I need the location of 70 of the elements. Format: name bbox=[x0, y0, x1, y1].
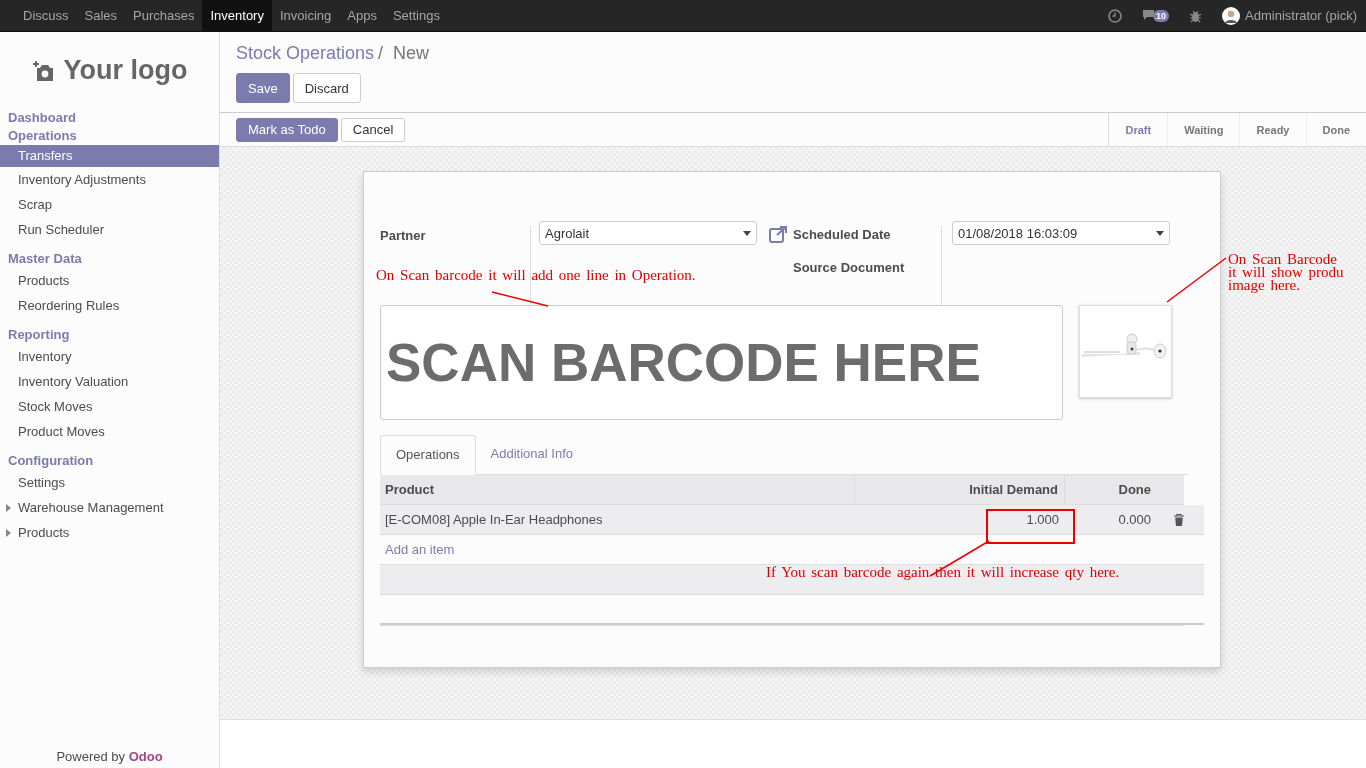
discard-button[interactable]: Discard bbox=[292, 73, 361, 103]
status-step[interactable]: Draft bbox=[1109, 113, 1169, 146]
trash-icon[interactable] bbox=[1174, 513, 1184, 526]
add-item-link[interactable]: Add an item bbox=[385, 542, 455, 557]
column-header[interactable]: Done bbox=[1065, 482, 1157, 497]
status-step[interactable]: Ready bbox=[1240, 113, 1307, 146]
sidebar-heading[interactable]: Operations bbox=[0, 127, 219, 145]
status-step[interactable]: Done bbox=[1306, 113, 1366, 146]
breadcrumb-link[interactable]: Stock Operations bbox=[236, 43, 375, 63]
sidebar-item[interactable]: Products bbox=[0, 268, 219, 293]
clock-icon[interactable] bbox=[1108, 8, 1122, 23]
column-header[interactable]: Product bbox=[380, 475, 855, 504]
bug-icon[interactable] bbox=[1189, 8, 1203, 23]
annotation-text: On Scan barcode it will add one line in Operation. bbox=[376, 267, 696, 283]
sidebar-item[interactable]: Inventory Valuation bbox=[0, 369, 219, 394]
barcode-input[interactable]: SCAN BARCODE HERE bbox=[380, 305, 1063, 420]
logo-text: Your logo bbox=[63, 55, 188, 86]
caret-icon bbox=[743, 230, 751, 236]
user-name[interactable]: Administrator (pick) bbox=[1245, 8, 1357, 23]
field-label: Partner bbox=[380, 228, 426, 243]
external-link-icon[interactable] bbox=[769, 225, 789, 243]
sidebar-heading[interactable]: Master Data bbox=[0, 250, 219, 268]
mark-as-todo-button[interactable]: Mark as Todo bbox=[236, 117, 338, 142]
breadcrumb-separator: / bbox=[378, 43, 384, 63]
field-label: Scheduled Date bbox=[793, 228, 892, 242]
table-cell-text: 1.000 bbox=[1025, 512, 1060, 527]
sidebar-heading[interactable]: Configuration bbox=[0, 452, 219, 470]
app-menu-item[interactable]: Invoicing bbox=[271, 0, 340, 31]
table-cell-text: [E-COM08] Apple In-Ear Headphones bbox=[384, 512, 604, 527]
date-select[interactable]: 01/08/2018 16:03:09 bbox=[952, 221, 1170, 245]
field-label: Source Document bbox=[793, 261, 906, 275]
tab[interactable]: Additional Info bbox=[475, 435, 588, 474]
cancel-button[interactable]: Cancel bbox=[340, 117, 406, 142]
app-menu-item[interactable]: Apps bbox=[339, 0, 385, 31]
sidebar-heading[interactable]: Dashboard bbox=[0, 109, 219, 127]
sidebar-item[interactable]: Stock Moves bbox=[0, 394, 219, 419]
table-cell-text: 0.000 bbox=[1117, 512, 1152, 527]
app-menu-item[interactable]: Discuss bbox=[15, 0, 77, 31]
sidebar-item[interactable]: Run Scheduler bbox=[0, 217, 219, 242]
annotation-text: On Scan Barcode it will show produ image here. bbox=[1228, 253, 1344, 292]
annotation-text: If You scan barcode again then it will increase qty here. bbox=[766, 564, 1120, 580]
leader-line bbox=[491, 291, 549, 307]
avatar-icon[interactable] bbox=[1222, 6, 1241, 25]
sidebar-item[interactable]: Settings bbox=[0, 470, 219, 495]
sidebar-item[interactable]: Scrap bbox=[0, 192, 219, 217]
app-menu-item[interactable]: Inventory bbox=[202, 0, 272, 31]
sidebar-item[interactable]: Product Moves bbox=[0, 419, 219, 444]
caret-icon bbox=[6, 504, 11, 512]
camera-icon bbox=[31, 59, 56, 82]
column-header[interactable]: Initial Demand bbox=[855, 475, 1065, 504]
app-menu-item[interactable]: Purchases bbox=[125, 0, 203, 31]
partner-select[interactable]: Agrolait bbox=[539, 221, 757, 245]
app-menu-item[interactable]: Settings bbox=[384, 0, 448, 31]
app-menu-item[interactable]: Sales bbox=[76, 0, 126, 31]
breadcrumb-current: New bbox=[393, 43, 430, 63]
message-count: 10 bbox=[1153, 9, 1170, 22]
powered-by: Powered by Odoo bbox=[55, 748, 164, 766]
sidebar-item[interactable]: Inventory bbox=[0, 344, 219, 369]
sidebar-item[interactable]: Warehouse Management bbox=[0, 495, 219, 520]
caret-icon bbox=[1156, 230, 1164, 236]
caret-icon bbox=[6, 529, 11, 537]
status-step[interactable]: Waiting bbox=[1168, 113, 1241, 146]
tab[interactable]: Operations bbox=[380, 435, 476, 475]
sidebar-item[interactable]: Inventory Adjustments bbox=[0, 167, 219, 192]
sidebar-heading[interactable]: Reporting bbox=[0, 326, 219, 344]
save-button[interactable]: Save bbox=[236, 73, 290, 103]
leader-line bbox=[1166, 257, 1227, 303]
sidebar-item[interactable]: Reordering Rules bbox=[0, 293, 219, 318]
sidebar-item[interactable]: Transfers bbox=[0, 145, 219, 167]
sidebar-item[interactable]: Products bbox=[0, 520, 219, 545]
